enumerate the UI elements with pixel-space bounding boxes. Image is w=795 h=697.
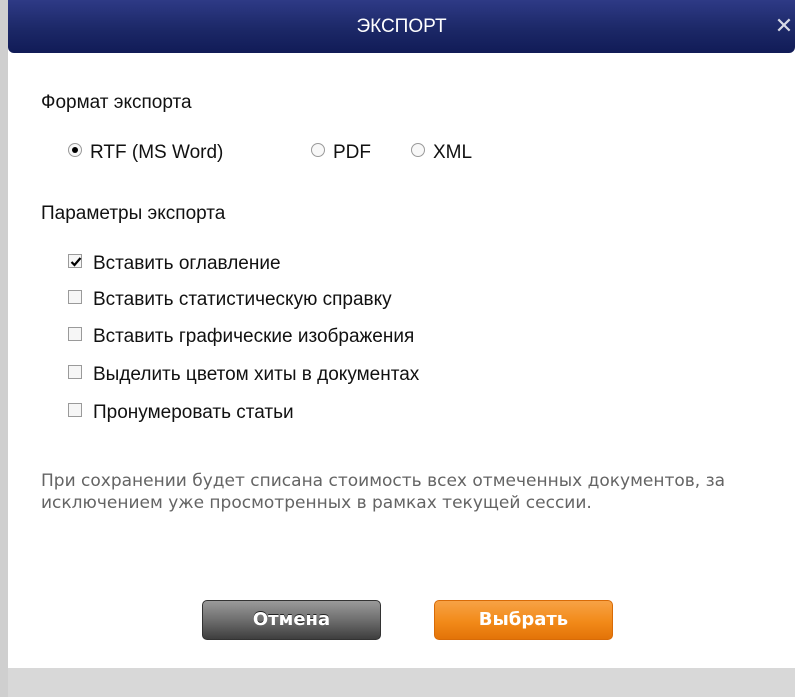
params-section-title: Параметры экспорта xyxy=(41,203,226,224)
dialog-footer xyxy=(8,668,795,697)
dialog-title: ЭКСПОРТ xyxy=(356,16,447,37)
format-section-title: Формат экспорта xyxy=(41,92,192,113)
select-button[interactable]: Выбрать xyxy=(434,600,613,640)
window-left-border xyxy=(0,0,8,697)
checkbox-label-hits: Выделить цветом хиты в документах xyxy=(93,364,420,385)
cancel-button[interactable]: Отмена xyxy=(202,600,381,640)
checkbox-stats[interactable] xyxy=(68,290,82,304)
cost-note: При сохранении будет списана стоимость в… xyxy=(41,471,726,513)
checkmark-icon xyxy=(70,257,82,267)
radio-label-rtf: RTF (MS Word) xyxy=(90,142,224,163)
close-icon[interactable]: ✕ xyxy=(773,13,795,39)
checkbox-images[interactable] xyxy=(68,327,82,341)
radio-button-pdf[interactable] xyxy=(311,143,325,157)
dialog-titlebar: ЭКСПОРТ ✕ xyxy=(8,0,795,53)
checkbox-label-toc: Вставить оглавление xyxy=(93,253,281,274)
checkbox-toc[interactable] xyxy=(68,254,82,268)
checkbox-label-stats: Вставить статистическую справку xyxy=(93,289,392,310)
radio-button-rtf[interactable] xyxy=(68,143,82,157)
radio-button-xml[interactable] xyxy=(411,143,425,157)
radio-label-xml: XML xyxy=(433,142,473,163)
radio-label-pdf: PDF xyxy=(333,142,371,163)
checkbox-hits[interactable] xyxy=(68,365,82,379)
checkbox-label-numbering: Пронумеровать статьи xyxy=(93,402,294,423)
checkbox-label-images: Вставить графические изображения xyxy=(93,326,415,347)
checkbox-numbering[interactable] xyxy=(68,403,82,417)
export-dialog: ЭКСПОРТ ✕ Формат экспорта RTF (MS Word) … xyxy=(8,0,795,697)
